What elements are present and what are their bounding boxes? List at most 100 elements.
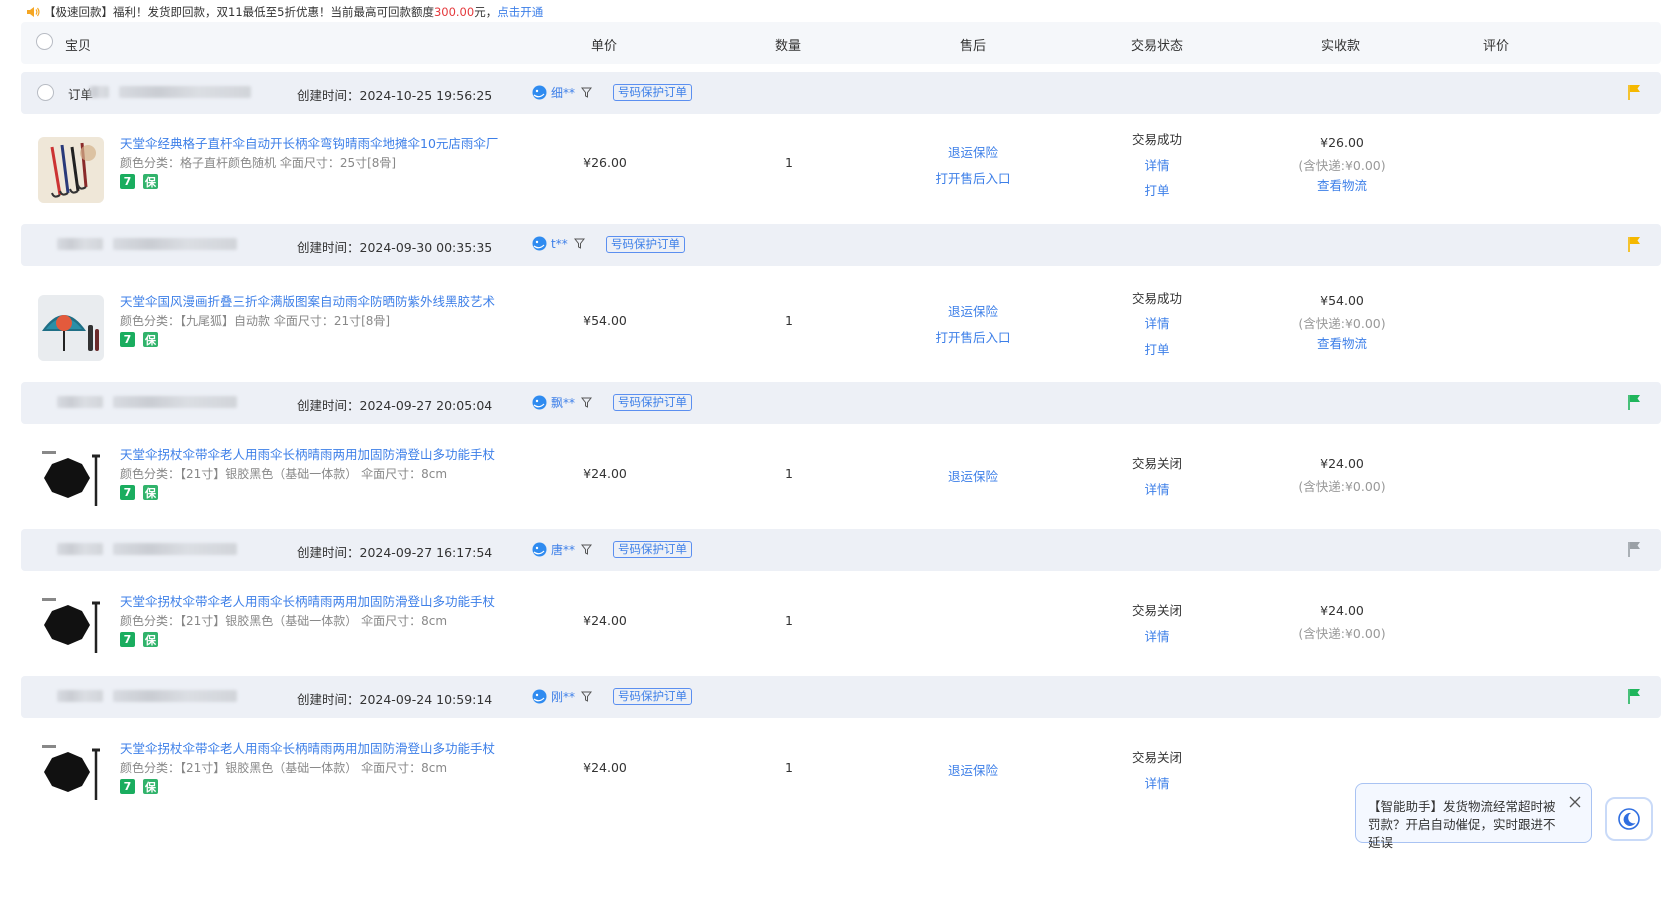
redacted-order-id <box>119 86 251 98</box>
promo-notice: 【极速回款】福利！发货即回款，双11最低至5折优惠！当前最高可回款额度 300.… <box>26 4 543 20</box>
filter-icon[interactable] <box>581 397 593 408</box>
order-item: 天堂伞国风漫画折叠三折伞满版图案自动雨伞防晒防紫外线黑胶艺术 颜色分类：【九尾狐… <box>21 266 1661 386</box>
order-checkbox[interactable] <box>37 84 54 101</box>
product-title[interactable]: 天堂伞拐杖伞带伞老人用雨伞长柄晴雨两用加固防滑登山多功能手杖 <box>120 444 495 463</box>
assistant-message: 【智能助手】发货物流经常超时被罚款？开启自动催促，实时跟进不延误 <box>1368 799 1556 850</box>
buyer-contact[interactable]: 刚** <box>532 688 593 705</box>
trade-status: 交易成功 <box>1131 291 1183 306</box>
buyer-name[interactable]: 细** <box>551 84 575 101</box>
filter-icon[interactable] <box>581 691 593 702</box>
print-link[interactable]: 打单 <box>1144 180 1169 199</box>
redacted-order-id <box>57 396 103 408</box>
redacted-order-id <box>113 238 237 250</box>
created-time: 创建时间：2024-09-27 16:17:54 <box>297 545 493 560</box>
details-link[interactable]: 详情 <box>1144 155 1169 174</box>
service-badges: 7 保 <box>120 632 158 647</box>
service-badges: 7 保 <box>120 174 158 189</box>
buyer-contact[interactable]: 飘** <box>532 394 593 411</box>
after-sales-entry-link[interactable]: 打开售后入口 <box>935 327 1010 346</box>
after-sales-entry-link[interactable]: 打开售后入口 <box>935 168 1010 187</box>
service-badges: 7 保 <box>120 332 158 347</box>
shipping-fee: (含快递:¥0.00) <box>1298 316 1386 331</box>
return-insurance-link[interactable]: 退运保险 <box>948 466 998 485</box>
flag-icon[interactable] <box>1627 236 1641 252</box>
column-item: 宝贝 <box>65 39 92 54</box>
received-amount: ¥24.00 <box>1320 456 1364 471</box>
product-title[interactable]: 天堂伞国风漫画折叠三折伞满版图案自动雨伞防晒防紫外线黑胶艺术 <box>120 291 495 310</box>
guarantee-badge: 保 <box>143 779 158 794</box>
night-mode-button[interactable] <box>1605 797 1653 841</box>
flag-icon[interactable] <box>1627 688 1641 704</box>
buyer-name[interactable]: 飘** <box>551 394 575 411</box>
order-header: 创建时间：2024-09-27 20:05:04 飘** 号码保护订单 <box>21 382 1661 424</box>
quantity: 1 <box>785 760 793 775</box>
buyer-contact[interactable]: 细** <box>532 84 593 101</box>
guarantee-badge: 保 <box>143 485 158 500</box>
print-link[interactable]: 打单 <box>1144 339 1169 358</box>
flag-icon[interactable] <box>1627 394 1641 410</box>
created-time: 创建时间：2024-09-27 20:05:04 <box>297 398 493 413</box>
details-link[interactable]: 详情 <box>1144 313 1169 332</box>
order-header: 创建时间：2024-09-24 10:59:14 刚** 号码保护订单 <box>21 676 1661 718</box>
select-all-checkbox[interactable] <box>36 33 53 50</box>
smart-assistant-popup[interactable]: 【智能助手】发货物流经常超时被罚款？开启自动催促，实时跟进不延误 <box>1355 783 1592 850</box>
wangwang-icon[interactable] <box>532 236 547 251</box>
details-link[interactable]: 详情 <box>1144 479 1169 498</box>
trade-status: 交易成功 <box>1131 132 1183 147</box>
buyer-name[interactable]: 唐** <box>551 541 575 558</box>
umbrella-image <box>38 295 104 361</box>
wangwang-icon[interactable] <box>532 689 547 704</box>
filter-icon[interactable] <box>581 544 593 555</box>
product-thumbnail[interactable] <box>38 137 104 203</box>
flag-icon[interactable] <box>1627 541 1641 557</box>
umbrella-image <box>38 595 104 661</box>
return-insurance-link[interactable]: 退运保险 <box>948 142 998 161</box>
product-thumbnail[interactable] <box>38 448 104 514</box>
buyer-name[interactable]: t** <box>551 237 568 251</box>
buyer-name[interactable]: 刚** <box>551 688 575 705</box>
column-review: 评价 <box>1483 39 1510 54</box>
product-title[interactable]: 天堂伞经典格子直杆伞自动开长柄伞弯钩晴雨伞地摊伞10元店雨伞厂 <box>120 133 498 152</box>
notice-open-link[interactable]: 点击开通 <box>497 4 543 20</box>
filter-icon[interactable] <box>581 87 593 98</box>
service-badges: 7 保 <box>120 485 158 500</box>
product-thumbnail[interactable] <box>38 295 104 361</box>
wangwang-icon[interactable] <box>532 85 547 100</box>
number-protect-tag: 号码保护订单 <box>613 394 692 411</box>
flag-icon[interactable] <box>1627 84 1641 100</box>
shipping-fee: (含快递:¥0.00) <box>1298 626 1386 641</box>
received-amount: ¥54.00 <box>1320 293 1364 308</box>
seven-day-return-badge: 7 <box>120 779 135 794</box>
product-title[interactable]: 天堂伞拐杖伞带伞老人用雨伞长柄晴雨两用加固防滑登山多功能手杖 <box>120 738 495 757</box>
buyer-contact[interactable]: t** <box>532 236 585 251</box>
redacted-order-id <box>57 690 103 702</box>
column-trade-status: 交易状态 <box>1131 39 1184 54</box>
product-thumbnail[interactable] <box>38 742 104 808</box>
speaker-icon <box>27 7 40 17</box>
redacted-order-id <box>113 543 237 555</box>
unit-price: ¥54.00 <box>583 313 627 328</box>
buyer-contact[interactable]: 唐** <box>532 541 593 558</box>
wangwang-icon[interactable] <box>532 542 547 557</box>
column-quantity: 数量 <box>775 39 802 54</box>
umbrella-image <box>38 137 104 203</box>
quantity: 1 <box>785 466 793 481</box>
column-received: 实收款 <box>1321 39 1361 54</box>
details-link[interactable]: 详情 <box>1144 626 1169 645</box>
details-link[interactable]: 详情 <box>1144 773 1169 792</box>
close-icon[interactable] <box>1569 796 1581 808</box>
order-item: 天堂伞拐杖伞带伞老人用雨伞长柄晴雨两用加固防滑登山多功能手杖 颜色分类：【21寸… <box>21 571 1661 691</box>
wangwang-icon[interactable] <box>532 395 547 410</box>
view-logistics-link[interactable]: 查看物流 <box>1317 175 1367 194</box>
shipping-fee: (含快递:¥0.00) <box>1298 158 1386 173</box>
return-insurance-link[interactable]: 退运保险 <box>948 301 998 320</box>
unit-price: ¥26.00 <box>583 155 627 170</box>
umbrella-image <box>38 448 104 514</box>
product-thumbnail[interactable] <box>38 595 104 661</box>
return-insurance-link[interactable]: 退运保险 <box>948 760 998 779</box>
unit-price: ¥24.00 <box>583 613 627 628</box>
product-title[interactable]: 天堂伞拐杖伞带伞老人用雨伞长柄晴雨两用加固防滑登山多功能手杖 <box>120 591 495 610</box>
filter-icon[interactable] <box>573 238 585 249</box>
notice-amount: 300.00 <box>433 5 475 19</box>
view-logistics-link[interactable]: 查看物流 <box>1317 333 1367 352</box>
